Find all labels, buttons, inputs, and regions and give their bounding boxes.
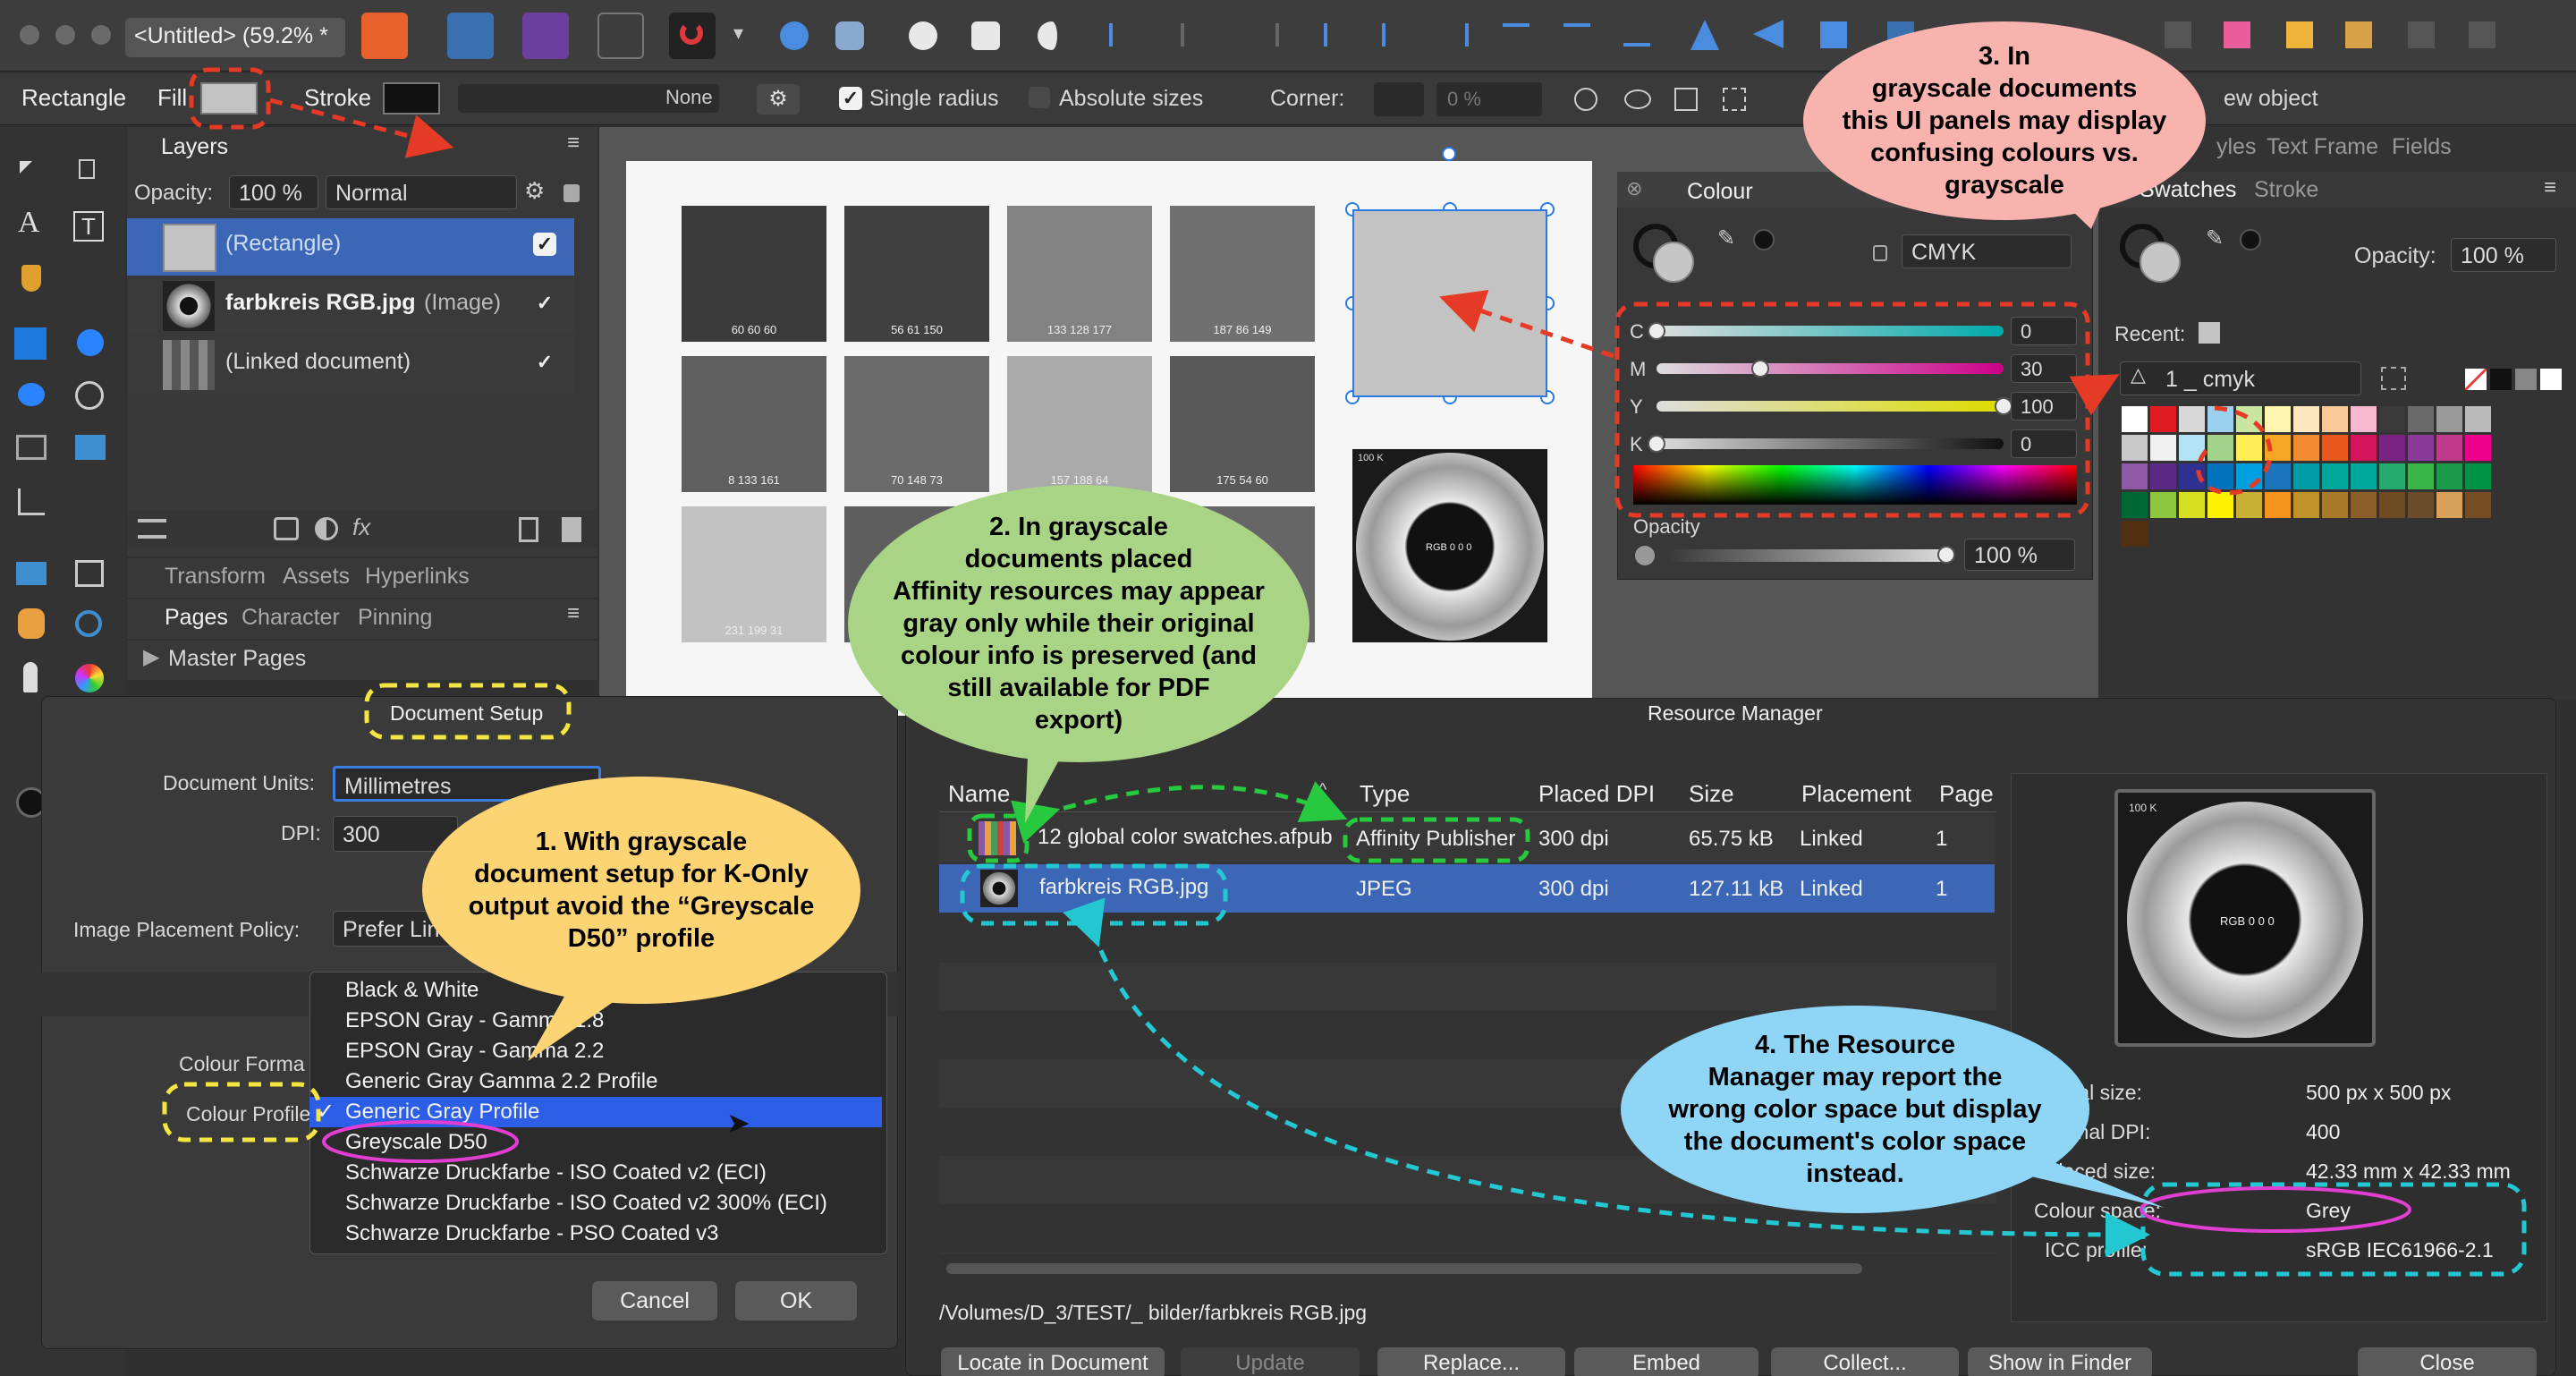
callout-4: 4. The Resource Manager may report the w… [1621,1006,2089,1213]
fill-swatch-highlight [189,67,271,130]
fill-to-layers-arrow [269,98,454,158]
callout-1: 1. With grayscale document setup for K-O… [422,777,860,1004]
callout-2: 2. In grayscale documents placed Affinit… [848,485,1309,762]
afpub-thumbnail-highlight [967,813,1030,863]
greyscale-d50-circle [322,1120,519,1163]
colour-profile-highlight [162,1082,321,1142]
colour-space-grey-circle [2140,1186,2411,1233]
annotation-overlay [162,67,2527,1277]
cmyk-sliders-highlight [1614,302,2090,518]
callout-3: 3. In grayscale documents this UI panels… [1803,21,2206,220]
cmyk-to-rectangle-arrow [1439,290,1614,359]
afpub-type-highlight [1343,817,1530,863]
orange-swatch-circle [2196,405,2273,496]
cmyk-to-swatches-arrow [2069,374,2120,416]
document-setup-highlight [364,683,572,740]
jpeg-name-highlight [960,863,1228,926]
afpub-double-arrow [1011,781,1348,844]
